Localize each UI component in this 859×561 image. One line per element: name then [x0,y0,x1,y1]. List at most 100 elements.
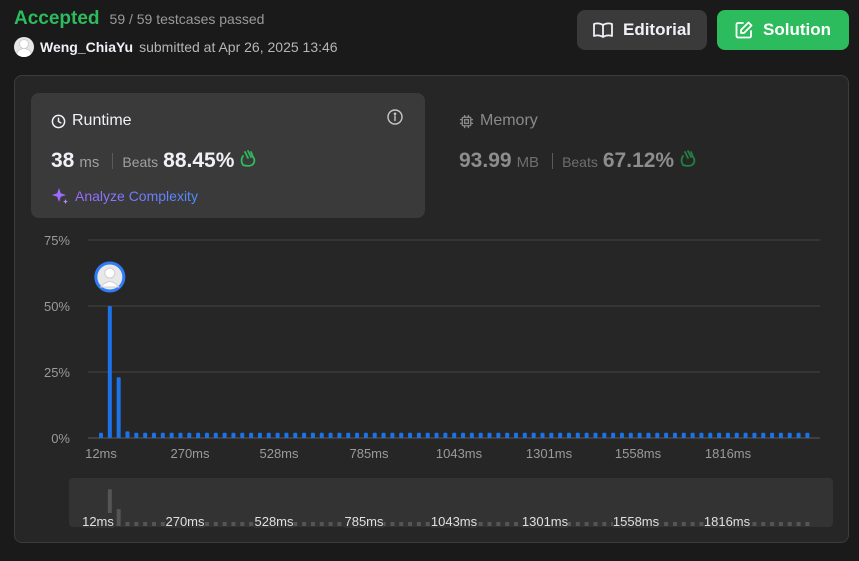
bar[interactable] [690,432,695,438]
bar[interactable] [637,432,642,438]
bar[interactable] [390,432,395,438]
bar[interactable] [337,432,342,438]
bar[interactable] [222,432,227,438]
bar[interactable] [761,432,766,438]
bar[interactable] [293,432,298,438]
bar[interactable] [187,432,192,438]
bar[interactable] [143,432,148,438]
bar[interactable] [408,432,413,438]
bar[interactable] [249,432,254,438]
bar[interactable] [160,432,165,438]
bar[interactable] [514,432,519,438]
bar[interactable] [266,432,271,438]
bar[interactable] [99,432,103,438]
bar[interactable] [787,432,792,438]
bar[interactable] [681,432,686,438]
bar[interactable] [593,432,598,438]
bar[interactable] [522,432,527,438]
bar[interactable] [540,432,545,438]
overview-bar [293,522,298,526]
bar[interactable] [204,432,209,438]
bar[interactable] [478,432,483,438]
bar[interactable] [275,432,280,438]
bar[interactable] [778,432,783,438]
bar[interactable] [584,432,589,438]
bar[interactable] [708,432,713,438]
overview-bar [602,522,607,526]
bar[interactable] [619,432,624,438]
overview-tick-label: 1301ms [522,514,569,529]
overview-bar [222,522,227,526]
bar[interactable] [717,432,722,438]
bar[interactable] [319,432,324,438]
bar[interactable] [725,432,730,438]
overview-bar [249,522,254,526]
bar[interactable] [434,432,439,438]
overview-bar [310,522,315,526]
bar[interactable] [257,432,262,438]
bar[interactable] [752,432,757,438]
bar[interactable] [284,432,289,438]
bar[interactable] [425,432,430,438]
overview-bar [664,522,669,526]
bar[interactable] [672,432,677,438]
bar[interactable] [302,432,307,438]
bar[interactable] [558,432,563,438]
bar[interactable] [416,432,421,438]
bar[interactable] [213,432,218,438]
bar[interactable] [134,432,139,438]
bar[interactable] [372,432,377,438]
bar[interactable] [469,432,474,438]
bar[interactable] [531,432,536,438]
bar[interactable] [602,432,607,438]
bar[interactable] [363,432,368,438]
bar[interactable] [355,432,360,438]
bar[interactable] [461,432,466,438]
bar[interactable] [655,432,660,438]
bar[interactable] [575,432,580,438]
bar[interactable] [611,432,616,438]
bar[interactable] [496,432,501,438]
overview-bar [425,522,430,526]
overview-tick-label: 270ms [165,514,205,529]
avatar-head-icon [104,267,116,279]
bar[interactable] [196,432,201,438]
bar[interactable] [399,432,404,438]
bar[interactable] [151,432,156,438]
runtime-distribution-chart[interactable]: 0% 25% 50% 75% 12ms 270ms 528ms 785ms 1043ms 1301… [0,0,859,561]
bar[interactable] [805,432,810,438]
bar[interactable] [443,432,448,438]
bar[interactable] [178,432,183,438]
bar[interactable] [770,432,775,438]
bar[interactable] [346,432,351,438]
overview-bar [496,522,501,526]
bar[interactable] [487,432,492,438]
overview-bar [487,522,492,526]
bar[interactable] [231,432,236,438]
bar[interactable] [646,432,651,438]
bar[interactable] [169,432,174,438]
bar[interactable] [310,432,315,438]
bar[interactable] [125,431,130,438]
y-tick-label: 50% [44,299,70,314]
bar[interactable] [664,432,669,438]
bar[interactable] [116,377,121,438]
bar[interactable] [699,432,704,438]
overview-bar [787,522,792,526]
overview-bar [690,522,695,526]
bar[interactable] [107,306,112,438]
bar[interactable] [796,432,801,438]
bar[interactable] [452,432,457,438]
bar[interactable] [734,432,739,438]
bar[interactable] [628,432,633,438]
bar[interactable] [505,432,510,438]
overview-bar [160,522,165,526]
bar[interactable] [743,432,748,438]
bar[interactable] [566,432,571,438]
bar[interactable] [549,432,554,438]
overview-bar [231,522,236,526]
bar[interactable] [240,432,245,438]
overview-bar [505,522,510,526]
bar[interactable] [328,432,333,438]
bar[interactable] [381,432,386,438]
